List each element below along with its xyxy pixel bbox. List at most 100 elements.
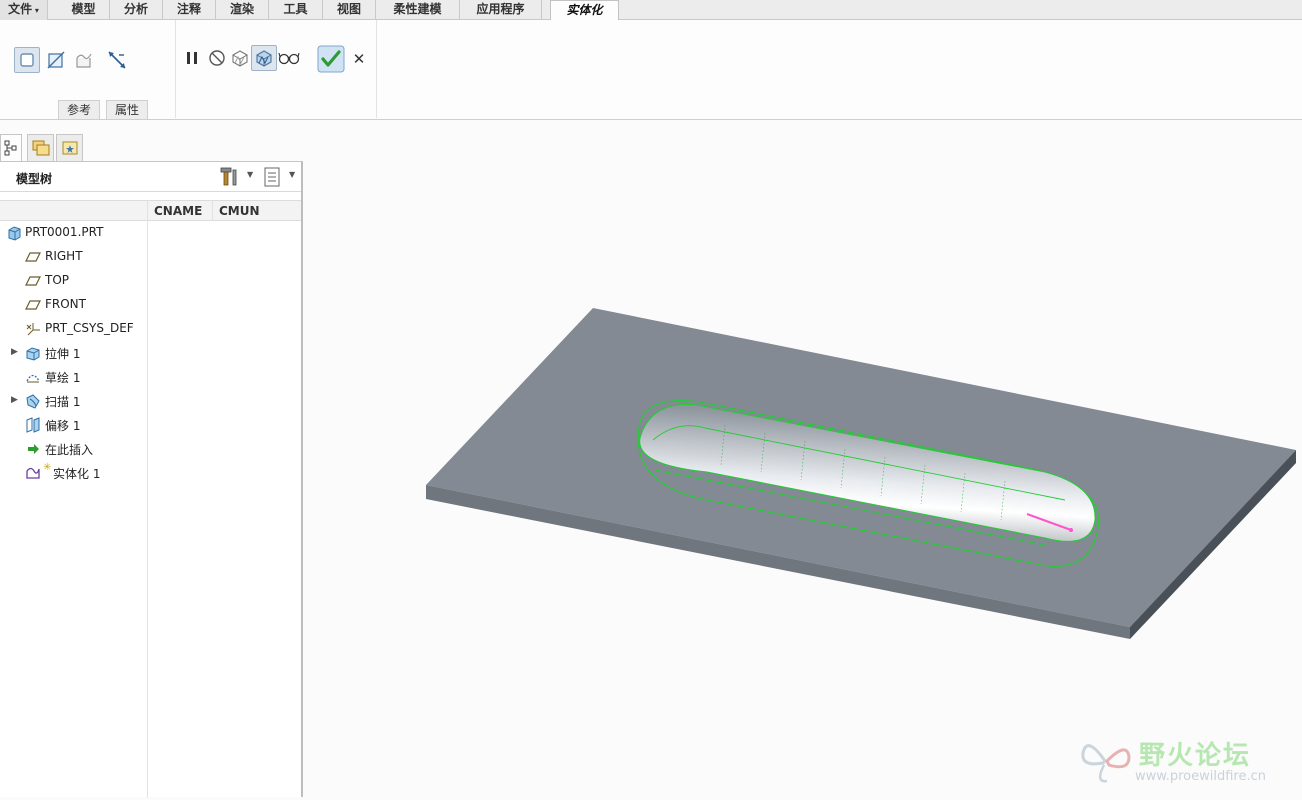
surface-patch-button[interactable]	[71, 47, 97, 73]
ribbon-group-divider	[376, 20, 377, 118]
no-preview-icon	[209, 50, 225, 66]
expand-arrow-icon[interactable]: ▶	[11, 395, 18, 405]
remove-material-button[interactable]	[43, 47, 69, 73]
surface-patch-icon	[76, 53, 92, 68]
model-tree-icon	[4, 140, 17, 156]
column-divider	[212, 200, 213, 221]
tree-settings-caret-icon[interactable]: ▼	[247, 170, 253, 179]
pause-button[interactable]	[179, 45, 205, 71]
favorites-icon	[62, 141, 77, 155]
sketch-icon	[26, 374, 40, 383]
tree-item-label: 在此插入	[45, 443, 94, 457]
tab-model[interactable]: 模型	[58, 0, 110, 20]
expand-arrow-icon[interactable]: ▶	[11, 347, 18, 357]
cancel-x-icon: ✕	[352, 50, 366, 68]
glasses-icon	[278, 52, 300, 65]
tree-settings-button[interactable]	[220, 166, 242, 188]
solid-fill-icon	[20, 53, 34, 67]
tab-file-label: 文件	[8, 2, 33, 16]
tree-item-right[interactable]: RIGHT	[0, 245, 146, 269]
glasses-button[interactable]	[276, 45, 302, 71]
extrude-icon	[26, 347, 40, 361]
model-tree-title: 模型树	[16, 172, 53, 186]
tree-item-sketch[interactable]: 草绘 1	[0, 365, 146, 389]
folder-browser-icon	[32, 140, 49, 156]
datum-plane-icon	[25, 276, 41, 286]
flip-direction-icon	[108, 51, 126, 69]
watermark-url: www.proewildfire.cn	[1135, 769, 1266, 784]
tree-item-label: RIGHT	[45, 249, 83, 263]
tree-item-label: 偏移 1	[45, 419, 81, 433]
tree-item-extrude[interactable]: ▶ 拉伸 1	[0, 341, 146, 365]
tree-item-label: 拉伸 1	[45, 347, 81, 361]
graphics-window[interactable]: 野火论坛 www.proewildfire.cn	[305, 120, 1302, 797]
hammer-wrench-icon	[220, 167, 237, 186]
tree-item-top[interactable]: TOP	[0, 269, 146, 293]
tab-analysis[interactable]: 分析	[110, 0, 163, 20]
tab-folder-browser[interactable]	[27, 134, 54, 161]
model-tree-header: 模型树 ▼ ▼	[0, 162, 301, 192]
tree-display-button[interactable]	[263, 167, 283, 187]
tree-item-label: 扫描 1	[45, 395, 81, 409]
direction-handle[interactable]	[1069, 528, 1073, 532]
preview-button[interactable]	[227, 45, 253, 71]
remove-material-icon	[47, 51, 65, 69]
ribbon-group-divider	[175, 20, 176, 118]
tree-item-part[interactable]: PRT0001.PRT	[0, 221, 146, 245]
model-3d-view[interactable]	[305, 120, 1302, 797]
tree-item-label: 草绘 1	[45, 371, 81, 385]
tree-item-solidify[interactable]: ✳ 实体化 1	[0, 461, 146, 485]
tab-flexible-modeling[interactable]: 柔性建模	[376, 0, 460, 20]
ribbon-tab-bar: 文件 ▾ 模型 分析 注释 渲染 工具 视图 柔性建模 应用程序 实体化	[0, 0, 1302, 21]
tab-view[interactable]: 视图	[323, 0, 376, 20]
tree-item-label: FRONT	[45, 297, 86, 311]
new-feature-star-icon: ✳	[43, 462, 52, 473]
coordinate-system-icon	[26, 323, 40, 336]
cancel-button[interactable]: ✕	[346, 46, 372, 72]
tree-item-label: PRT_CSYS_DEF	[45, 321, 134, 335]
watermark-title: 野火论坛	[1139, 741, 1252, 771]
insert-here-arrow-icon	[28, 444, 39, 454]
model-tree-panel: 模型树 ▼ ▼ CNAME CMUN PRT0001.PRT RIGHT TOP…	[0, 161, 303, 798]
tree-item-front[interactable]: FRONT	[0, 293, 146, 317]
part-icon	[8, 226, 21, 241]
tab-render[interactable]: 渲染	[216, 0, 269, 20]
tree-item-csys[interactable]: PRT_CSYS_DEF	[0, 317, 146, 341]
tree-item-label: TOP	[45, 273, 70, 287]
tab-file[interactable]: 文件 ▾	[0, 0, 48, 20]
tree-item-offset[interactable]: 偏移 1	[0, 413, 146, 437]
tab-applications[interactable]: 应用程序	[460, 0, 542, 20]
verify-button[interactable]	[251, 45, 277, 71]
pause-icon	[187, 52, 197, 64]
verify-icon	[256, 50, 272, 67]
tab-model-tree[interactable]	[0, 134, 22, 161]
butterfly-logo-icon	[1081, 744, 1131, 783]
tree-item-label: 实体化 1	[53, 467, 101, 481]
forum-watermark: 野火论坛 www.proewildfire.cn	[1077, 731, 1292, 791]
tab-annotate[interactable]: 注释	[163, 0, 216, 20]
tab-tools[interactable]: 工具	[269, 0, 323, 20]
tree-display-caret-icon[interactable]: ▼	[289, 170, 295, 179]
solidify-icon	[26, 467, 40, 479]
list-options-icon	[264, 167, 280, 187]
sweep-icon	[26, 394, 40, 409]
solid-fill-button[interactable]	[14, 47, 40, 73]
tab-solidify[interactable]: 实体化	[550, 0, 619, 21]
tab-favorites[interactable]	[56, 134, 83, 161]
offset-icon	[26, 417, 40, 433]
subtab-properties[interactable]: 属性	[106, 100, 149, 119]
datum-plane-icon	[25, 300, 41, 310]
preview-icon	[232, 50, 248, 67]
column-cmun[interactable]: CMUN	[219, 204, 260, 218]
ok-button[interactable]	[317, 45, 345, 73]
flip-direction-button[interactable]	[104, 47, 130, 73]
tree-item-label: PRT0001.PRT	[25, 225, 104, 239]
tree-item-sweep[interactable]: ▶ 扫描 1	[0, 389, 146, 413]
ok-check-icon	[317, 45, 345, 73]
column-cname[interactable]: CNAME	[154, 204, 202, 218]
tab-file-caret-icon: ▾	[32, 6, 39, 15]
tree-item-insert-here[interactable]: 在此插入	[0, 437, 146, 461]
column-divider	[147, 200, 148, 798]
tree-column-header: CNAME CMUN	[0, 200, 301, 221]
subtab-references[interactable]: 参考	[58, 100, 101, 119]
